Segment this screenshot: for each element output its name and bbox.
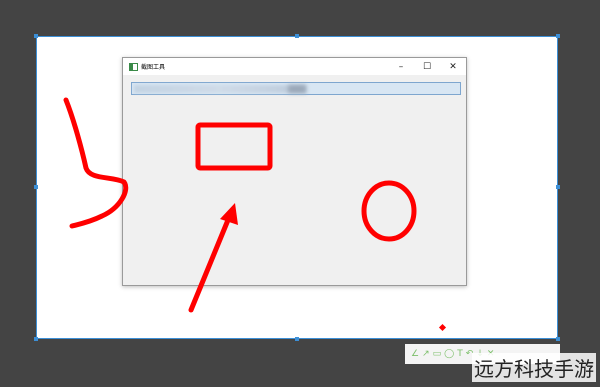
resize-handle-left[interactable] — [34, 185, 38, 189]
ellipse-icon[interactable]: ◯ — [444, 349, 454, 359]
pen-icon[interactable]: ∠ — [411, 349, 419, 359]
resize-handle-bottom[interactable] — [295, 337, 299, 341]
resize-handle-top[interactable] — [295, 34, 299, 38]
window-controls: – ☐ ✕ — [388, 58, 466, 75]
address-field[interactable] — [131, 82, 461, 95]
window-title: 截图工具 — [141, 64, 166, 71]
maximize-button[interactable]: ☐ — [414, 58, 440, 75]
snipping-tool-window: 截图工具 – ☐ ✕ — [122, 57, 467, 286]
arrow-icon[interactable]: ↗ — [422, 349, 430, 359]
window-titlebar: 截图工具 – ☐ ✕ — [123, 58, 466, 75]
resize-handle-top-right[interactable] — [556, 34, 560, 38]
rectangle-icon[interactable]: ▭ — [433, 349, 442, 359]
minimize-button[interactable]: – — [388, 58, 414, 75]
blurred-text — [134, 85, 306, 93]
watermark-text: 远方科技手游 — [472, 353, 596, 382]
text-icon[interactable]: T — [457, 349, 463, 359]
resize-handle-bottom-right[interactable] — [556, 337, 560, 341]
app-icon — [129, 62, 138, 71]
resize-handle-bottom-left[interactable] — [34, 337, 38, 341]
resize-handle-top-left[interactable] — [34, 34, 38, 38]
blurred-text-end — [288, 85, 306, 93]
close-button[interactable]: ✕ — [440, 58, 466, 75]
resize-handle-right[interactable] — [556, 185, 560, 189]
